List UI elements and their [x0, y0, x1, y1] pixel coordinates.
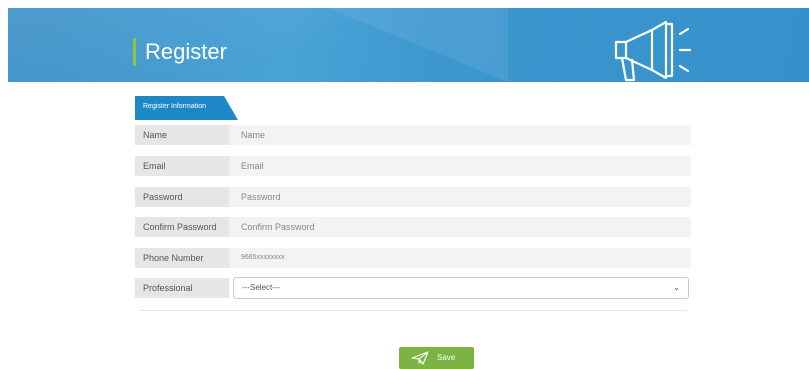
confirm-password-row: Confirm Password Confirm Password [135, 217, 691, 237]
section-tab-label: Register Information [143, 103, 207, 110]
name-input[interactable]: Name [229, 125, 691, 145]
phone-row: Phone Number 9665xxxxxxxx [135, 248, 691, 268]
name-row: Name Name [135, 125, 691, 145]
professional-select[interactable]: ---Select--- ⌄ [233, 277, 689, 299]
confirm-password-input[interactable]: Confirm Password [229, 217, 691, 237]
password-label: Password [135, 187, 229, 207]
phone-number-input[interactable]: 9665xxxxxxxx [229, 248, 691, 268]
email-input[interactable]: Email [229, 156, 691, 176]
professional-label: Professional [135, 278, 229, 298]
save-button[interactable]: Save [399, 347, 474, 369]
paper-plane-icon [411, 351, 429, 365]
professional-row: Professional ---Select--- ⌄ [135, 277, 691, 299]
password-input[interactable]: Password [229, 187, 691, 207]
confirm-password-label: Confirm Password [135, 217, 229, 237]
name-label: Name [135, 125, 229, 145]
phone-number-label: Phone Number [135, 248, 229, 268]
form-divider [140, 310, 686, 311]
professional-selected-value: ---Select--- [242, 283, 281, 292]
header-banner: Register [8, 8, 809, 82]
megaphone-icon [614, 20, 692, 82]
password-row: Password Password [135, 187, 691, 207]
email-row: Email Email [135, 156, 691, 176]
page-title: Register [145, 39, 227, 64]
email-label: Email [135, 156, 229, 176]
title-accent-bar [133, 38, 136, 66]
save-button-label: Save [437, 353, 456, 362]
banner-facet [328, 8, 508, 82]
chevron-down-icon: ⌄ [673, 283, 680, 292]
